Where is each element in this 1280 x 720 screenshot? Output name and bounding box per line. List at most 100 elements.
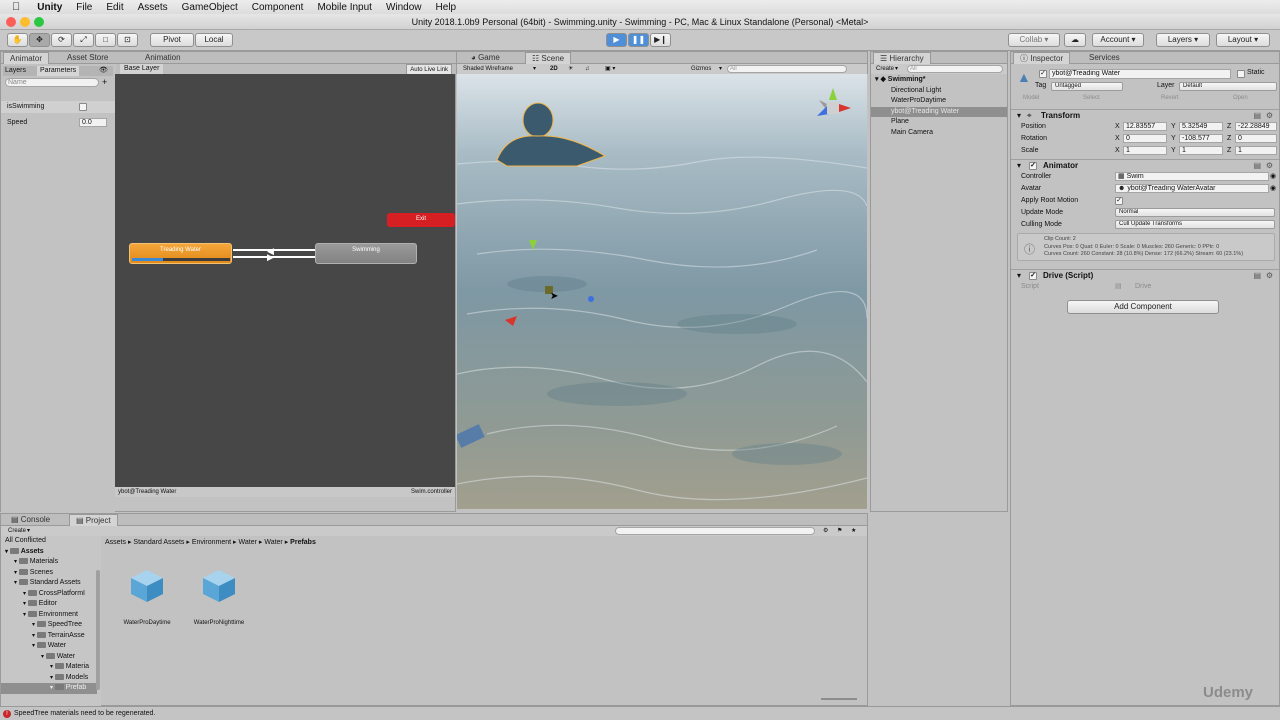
menu-edit[interactable]: Edit: [99, 2, 130, 13]
base-layer-breadcrumb[interactable]: Base Layer: [120, 64, 164, 74]
asset-item[interactable]: WaterProDaytime: [119, 568, 175, 628]
menu-window[interactable]: Window: [379, 2, 429, 13]
breadcrumb-item[interactable]: Standard Assets: [133, 539, 184, 546]
tree-expand-icon[interactable]: ▾: [50, 664, 55, 670]
hierarchy-create-button[interactable]: Create: [876, 64, 894, 74]
tab-animator[interactable]: Animator: [3, 52, 50, 64]
icon-size-slider[interactable]: [821, 698, 857, 700]
param-float-field[interactable]: 0.0: [79, 118, 107, 127]
param-search-input[interactable]: Name: [5, 78, 99, 87]
folder-tree-item-selected[interactable]: ▾ Prefab: [1, 683, 97, 694]
account-dropdown[interactable]: Account ▾: [1092, 33, 1144, 47]
object-picker-icon[interactable]: ◉: [1270, 183, 1276, 195]
tree-expand-icon[interactable]: ▾: [14, 580, 19, 586]
tab-asset-store[interactable]: Asset Store: [61, 52, 114, 64]
param-row-speed[interactable]: Speed 0.0: [1, 117, 115, 129]
object-name-field[interactable]: ybot@Treading Water: [1049, 69, 1231, 79]
culling-mode-dropdown[interactable]: Cull Update Transforms: [1115, 220, 1275, 229]
pause-button[interactable]: ❚❚: [628, 33, 649, 47]
hierarchy-item[interactable]: WaterProDaytime: [871, 96, 1007, 107]
minimize-icon[interactable]: [20, 17, 30, 27]
cloud-icon[interactable]: ☁: [1064, 33, 1086, 47]
model-revert-button[interactable]: Revert: [1161, 94, 1179, 103]
object-picker-icon[interactable]: ◉: [1270, 171, 1276, 183]
folder-tree-item[interactable]: All Conflicted: [1, 536, 97, 547]
folder-tree-item[interactable]: ▾ Assets: [1, 547, 97, 558]
lighting-toggle-icon[interactable]: ☀: [568, 64, 573, 74]
menu-app[interactable]: Unity: [30, 2, 69, 13]
tab-parameters[interactable]: Parameters: [37, 66, 80, 76]
transform-header[interactable]: ▾ ⌖ Transform ▤ ⚙: [1011, 109, 1279, 121]
tree-expand-icon[interactable]: ▾: [5, 549, 10, 555]
hierarchy-search-input[interactable]: All: [907, 65, 1003, 73]
animator-enabled-checkbox[interactable]: ✓: [1029, 162, 1037, 170]
menu-component[interactable]: Component: [245, 2, 311, 13]
collab-button[interactable]: Collab ▾: [1008, 33, 1060, 47]
layout-dropdown[interactable]: Layout ▾: [1216, 33, 1270, 47]
rect-tool-icon[interactable]: □: [95, 33, 116, 47]
model-open-button[interactable]: Open: [1233, 94, 1248, 103]
tag-dropdown[interactable]: Untagged: [1051, 82, 1123, 91]
avatar-field[interactable]: ☻ ybot@Treading WaterAvatar: [1115, 184, 1269, 193]
drive-enabled-checkbox[interactable]: ✓: [1029, 272, 1037, 280]
menu-assets[interactable]: Assets: [131, 2, 175, 13]
folder-tree-item[interactable]: ▾ Models: [1, 673, 97, 684]
menu-help[interactable]: Help: [429, 2, 464, 13]
asset-item[interactable]: WaterProNighttime: [191, 568, 247, 628]
layer-dropdown[interactable]: Default: [1179, 82, 1277, 91]
folder-tree-item[interactable]: ▾ TerrainAsse: [1, 631, 97, 642]
tree-expand-icon[interactable]: ▾: [23, 601, 28, 607]
state-treading-water[interactable]: Treading Water: [129, 243, 232, 264]
folder-tree-item[interactable]: ▾ Environment: [1, 610, 97, 621]
tab-project[interactable]: ▤ Project: [69, 514, 118, 526]
model-select-button[interactable]: Select: [1083, 94, 1100, 103]
exit-node[interactable]: Exit: [387, 213, 455, 227]
folder-tree-item[interactable]: ▾ Scenes: [1, 568, 97, 579]
play-button[interactable]: ▶: [606, 33, 627, 47]
transform-tool-icon[interactable]: ⊡: [117, 33, 138, 47]
scale-x-field[interactable]: 1: [1123, 146, 1167, 155]
scene-view[interactable]: ➤: [457, 74, 867, 509]
param-row-isswimming[interactable]: isSwimming: [1, 101, 115, 113]
tree-expand-icon[interactable]: ▾: [23, 612, 28, 618]
project-create-button[interactable]: Create: [8, 526, 26, 536]
scale-tool-icon[interactable]: ⤢: [73, 33, 94, 47]
rotation-z-field[interactable]: 0: [1235, 134, 1277, 143]
audio-toggle-icon[interactable]: ♫: [585, 64, 590, 74]
eye-icon[interactable]: 👁: [99, 66, 108, 76]
layers-dropdown[interactable]: Layers ▾: [1156, 33, 1210, 47]
tab-services[interactable]: Services: [1083, 52, 1126, 64]
folder-tree-item[interactable]: ▾ Water: [1, 641, 97, 652]
position-z-field[interactable]: -22.28849: [1235, 122, 1277, 131]
apple-icon[interactable]: : [0, 1, 30, 13]
static-checkbox[interactable]: [1237, 70, 1245, 78]
menu-file[interactable]: File: [69, 2, 99, 13]
root-motion-checkbox[interactable]: ✓: [1115, 197, 1123, 205]
add-param-icon[interactable]: +: [102, 77, 107, 87]
tab-console[interactable]: ▤ Console: [5, 514, 56, 526]
local-button[interactable]: Local: [195, 33, 233, 47]
pivot-button[interactable]: Pivot: [150, 33, 194, 47]
scene-search-input[interactable]: All: [727, 65, 847, 73]
tree-scrollbar[interactable]: [96, 570, 100, 690]
tree-expand-icon[interactable]: ▾: [14, 570, 19, 576]
tree-expand-icon[interactable]: ▾: [50, 685, 55, 691]
mode-2d-toggle[interactable]: 2D: [550, 64, 558, 74]
animator-graph[interactable]: Exit Treading Water Swimming ◀ ▶ ybot@Tr…: [115, 74, 455, 497]
tab-animation[interactable]: Animation: [139, 52, 187, 64]
folder-tree-item[interactable]: ▾ Materials: [1, 557, 97, 568]
move-tool-icon[interactable]: ✥: [29, 33, 50, 47]
favorite-star-icon[interactable]: ★: [851, 526, 856, 536]
project-search-input[interactable]: [615, 527, 815, 535]
breadcrumb-item[interactable]: Water: [239, 539, 257, 546]
scale-y-field[interactable]: 1: [1179, 146, 1223, 155]
close-icon[interactable]: [6, 17, 16, 27]
drive-script-header[interactable]: ▾ ✓ Drive (Script) ▤ ⚙: [1011, 269, 1279, 281]
tab-scene[interactable]: ☷ Scene: [525, 52, 572, 64]
folder-tree-item[interactable]: ▾ Materia: [1, 662, 97, 673]
hand-tool-icon[interactable]: ✋: [7, 33, 28, 47]
hierarchy-scene-root[interactable]: ▾ ◆ Swimming*: [871, 75, 1007, 86]
tree-expand-icon[interactable]: ▾: [41, 654, 46, 660]
status-message[interactable]: SpeedTree materials need to be regenerat…: [14, 707, 155, 720]
folder-tree-item[interactable]: ▾ Water: [1, 652, 97, 663]
